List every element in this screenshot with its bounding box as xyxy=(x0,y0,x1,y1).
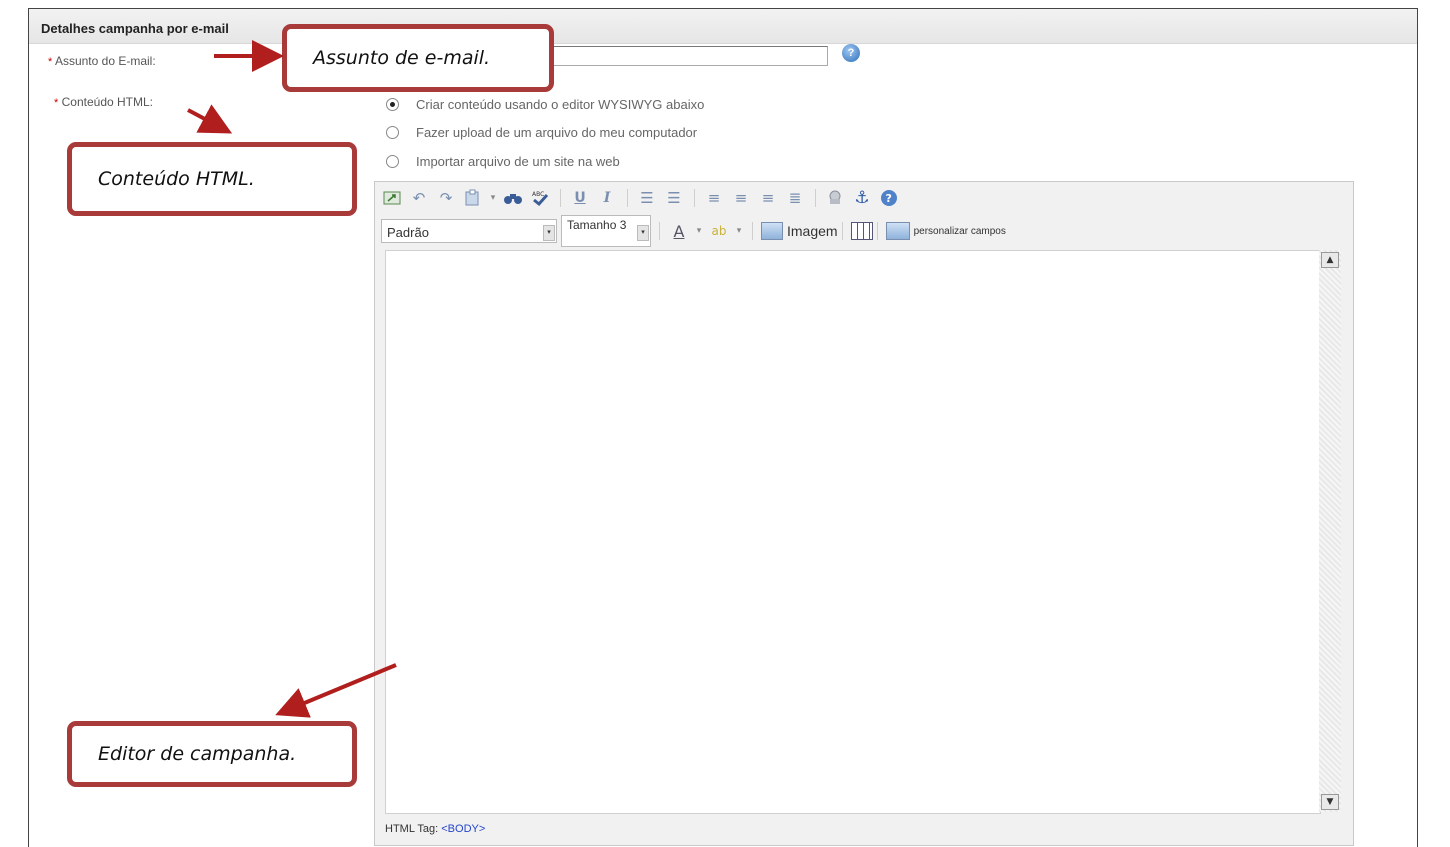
help-icon[interactable]: ? xyxy=(878,187,900,209)
required-mark: * xyxy=(54,97,59,109)
callout-html: Conteúdo HTML. xyxy=(67,142,357,216)
callout-subject: Assunto de e-mail. xyxy=(282,24,554,92)
unordered-list-icon[interactable]: ☰ xyxy=(663,187,685,209)
personalize-fields-label: personalizar campos xyxy=(913,225,1006,237)
panel-title: Detalhes campanha por e-mail xyxy=(41,21,229,36)
radio-button[interactable] xyxy=(386,97,399,111)
radio-label: Criar conteúdo usando o editor WYSIWYG a… xyxy=(416,96,705,112)
paste-icon[interactable] xyxy=(462,187,484,209)
toolbar-separator xyxy=(560,189,561,207)
spellcheck-icon[interactable]: ABC xyxy=(529,187,551,209)
italic-icon[interactable]: I xyxy=(596,187,618,209)
html-content-label-wrap: * Conteúdo HTML: xyxy=(54,95,153,109)
toolbar-separator xyxy=(659,222,660,240)
radio-button[interactable] xyxy=(386,154,399,168)
personalize-icon xyxy=(885,222,910,240)
callout-subject-text: Assunto de e-mail. xyxy=(313,47,491,69)
redo-icon[interactable]: ↷ xyxy=(435,187,457,209)
text-color-icon[interactable]: A xyxy=(668,220,690,242)
image-button[interactable]: Imagem xyxy=(761,222,838,240)
toolbar-separator xyxy=(752,222,753,240)
align-right-icon[interactable]: ≡ xyxy=(757,187,779,209)
toolbar-separator xyxy=(876,222,878,240)
justify-icon[interactable]: ≣ xyxy=(784,187,806,209)
required-mark: * xyxy=(48,56,53,68)
background-color-icon[interactable]: ab xyxy=(708,220,730,242)
toolbar-separator xyxy=(694,189,695,207)
scroll-up-icon[interactable]: ▲ xyxy=(1321,252,1339,268)
editor-content-area[interactable] xyxy=(385,250,1321,814)
radio-button[interactable] xyxy=(386,125,399,139)
align-left-icon[interactable]: ≡ xyxy=(703,187,725,209)
dropdown-arrow-icon[interactable]: ▾ xyxy=(735,220,743,242)
subject-input[interactable] xyxy=(530,46,828,66)
radio-label: Fazer upload de um arquivo do meu comput… xyxy=(416,124,698,140)
source-icon[interactable] xyxy=(381,187,403,209)
dropdown-arrow-icon[interactable]: ▾ xyxy=(489,187,497,209)
subject-label-wrap: * Assunto do E-mail: xyxy=(48,54,156,68)
wysiwyg-editor: ↶ ↷ ▾ ABC U I ☰ ☰ ≡ ≡ ≡ ≣ ⚓ ? Padrão ▾ T… xyxy=(374,181,1354,846)
ordered-list-icon[interactable]: ☰ xyxy=(636,187,658,209)
size-select[interactable]: Tamanho 3 ▾ xyxy=(561,215,651,247)
size-select-value: Tamanho 3 xyxy=(567,218,627,232)
radio-option-import[interactable]: Importar arquivo de um site na web xyxy=(386,152,620,170)
underline-icon[interactable]: U xyxy=(569,187,591,209)
editor-toolbar-top: ↶ ↷ ▾ ABC U I ☰ ☰ ≡ ≡ ≡ ≣ ⚓ ? xyxy=(381,186,1101,210)
svg-text:?: ? xyxy=(886,192,892,205)
help-icon[interactable]: ? xyxy=(842,44,860,62)
callout-html-text: Conteúdo HTML. xyxy=(98,168,255,190)
table-icon[interactable] xyxy=(850,222,873,240)
editor-scrollbar[interactable]: ▲ ▼ xyxy=(1319,250,1341,812)
undo-icon[interactable]: ↶ xyxy=(408,187,430,209)
personalize-fields-button[interactable]: personalizar campos xyxy=(885,222,1006,240)
radio-option-upload[interactable]: Fazer upload de um arquivo do meu comput… xyxy=(386,123,697,141)
editor-status-bar: HTML Tag: <BODY> xyxy=(385,823,485,835)
panel-header: Detalhes campanha por e-mail xyxy=(29,9,1417,44)
font-select-value: Padrão xyxy=(387,225,429,240)
radio-label: Importar arquivo de um site na web xyxy=(416,153,620,169)
html-content-label: Conteúdo HTML: xyxy=(61,95,154,109)
toolbar-separator xyxy=(627,189,628,207)
status-body-tag[interactable]: <BODY> xyxy=(441,823,485,835)
radio-option-wysiwyg[interactable]: Criar conteúdo usando o editor WYSIWYG a… xyxy=(386,95,704,113)
image-button-label: Imagem xyxy=(787,223,838,239)
toolbar-separator xyxy=(815,189,816,207)
anchor-icon[interactable]: ⚓ xyxy=(851,187,873,209)
status-label: HTML Tag: xyxy=(385,823,439,835)
editor-toolbar-bottom: Padrão ▾ Tamanho 3 ▾ A ▾ ab ▾ Imagem per… xyxy=(381,214,1281,248)
dropdown-arrow-icon[interactable]: ▾ xyxy=(543,225,555,241)
find-icon[interactable] xyxy=(502,187,524,209)
callout-editor-text: Editor de campanha. xyxy=(98,743,297,765)
callout-editor: Editor de campanha. xyxy=(67,721,357,787)
font-select[interactable]: Padrão ▾ xyxy=(381,219,557,243)
subject-label: Assunto do E-mail: xyxy=(54,54,156,68)
image-icon xyxy=(761,222,783,240)
dropdown-arrow-icon[interactable]: ▾ xyxy=(695,220,703,242)
svg-text:ABC: ABC xyxy=(532,191,544,198)
toolbar-separator xyxy=(841,222,843,240)
align-center-icon[interactable]: ≡ xyxy=(730,187,752,209)
dropdown-arrow-icon[interactable]: ▾ xyxy=(637,225,649,241)
link-icon[interactable] xyxy=(824,187,846,209)
scroll-down-icon[interactable]: ▼ xyxy=(1321,794,1339,810)
